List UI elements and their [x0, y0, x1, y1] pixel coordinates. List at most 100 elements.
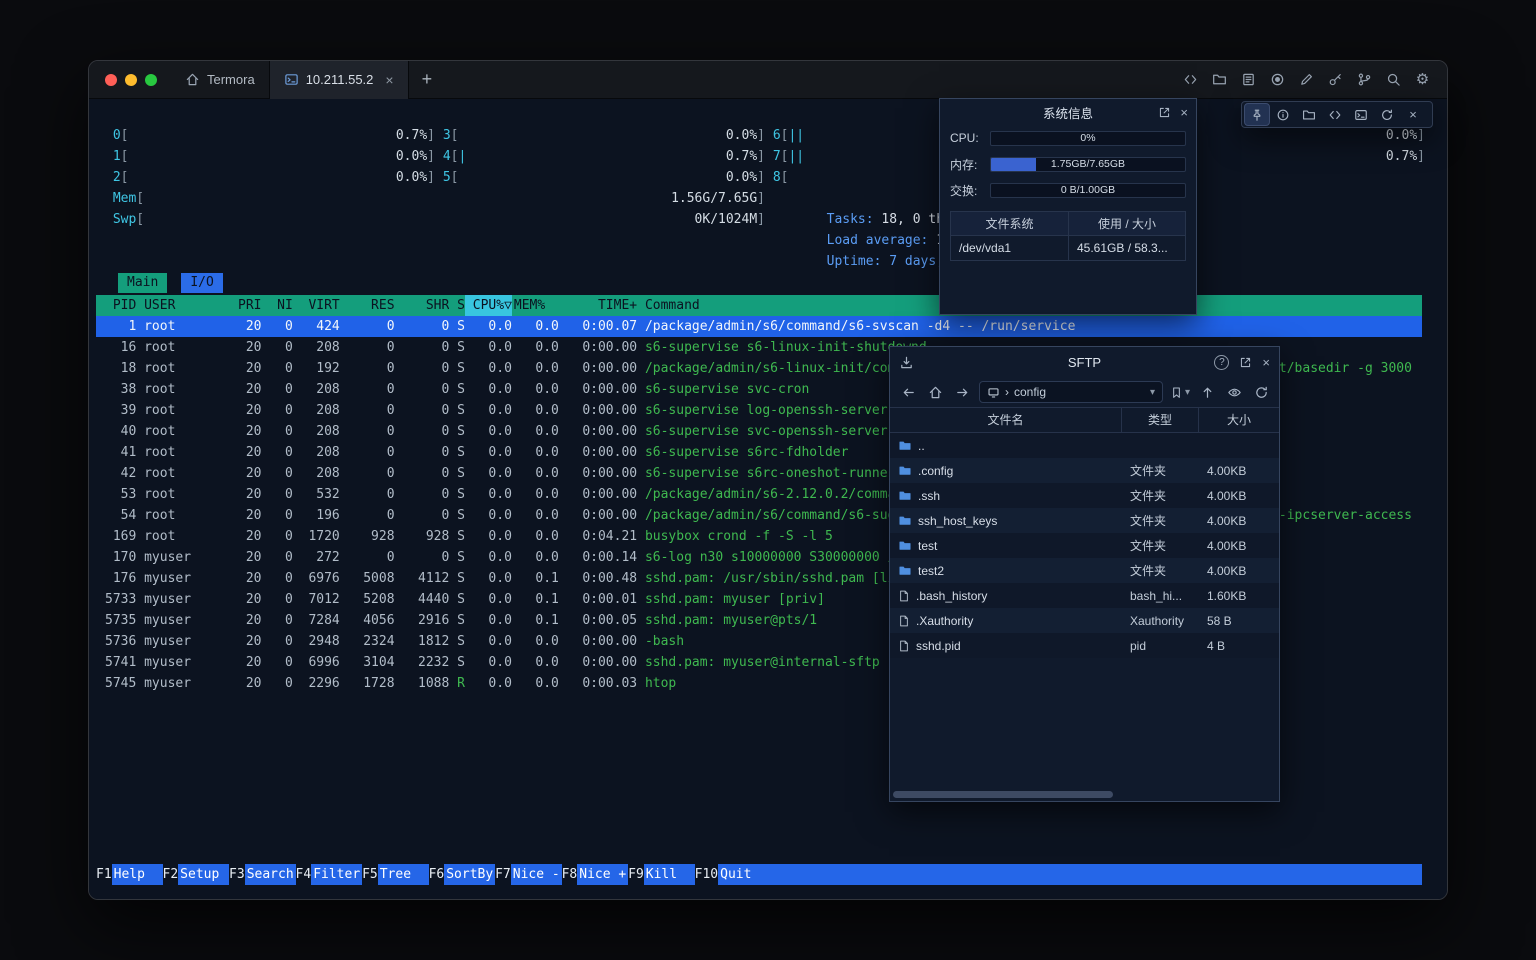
- horizontal-scrollbar[interactable]: [893, 791, 1276, 798]
- file-row[interactable]: test2 文件夹 4.00KB: [890, 558, 1279, 583]
- refresh-icon[interactable]: [1374, 103, 1400, 126]
- pid-cell: 5735: [105, 610, 136, 631]
- search-icon[interactable]: [1385, 71, 1402, 88]
- pid-cell: 53: [105, 484, 136, 505]
- settings-icon[interactable]: ⚙: [1414, 71, 1431, 88]
- file-size-cell: 4 B: [1199, 639, 1279, 653]
- pri-cell: 20: [222, 400, 261, 421]
- back-icon[interactable]: [898, 382, 918, 402]
- function-key[interactable]: F10Quit: [695, 864, 769, 885]
- column-res[interactable]: RES: [340, 295, 395, 316]
- column-ni[interactable]: NI: [262, 295, 293, 316]
- column-filesystem[interactable]: 文件系统: [951, 212, 1069, 235]
- code-icon[interactable]: [1322, 103, 1348, 126]
- tab-io[interactable]: I/O: [181, 273, 222, 293]
- info-icon[interactable]: [1270, 103, 1296, 126]
- ni-cell: 0: [262, 568, 293, 589]
- file-row[interactable]: ssh_host_keys 文件夹 4.00KB: [890, 508, 1279, 533]
- close-window-button[interactable]: [105, 74, 117, 86]
- column-mem[interactable]: MEM%: [512, 295, 559, 316]
- terminal-icon[interactable]: [1348, 103, 1374, 126]
- forward-icon[interactable]: [952, 382, 972, 402]
- zoom-window-button[interactable]: [145, 74, 157, 86]
- filesystem-row[interactable]: /dev/vda1 45.61GB / 58.3...: [951, 236, 1185, 260]
- res-cell: 5008: [340, 568, 395, 589]
- function-key[interactable]: F4Filter: [296, 864, 363, 885]
- function-key[interactable]: F7Nice -: [495, 864, 562, 885]
- scrollbar-thumb[interactable]: [893, 791, 1113, 798]
- function-key[interactable]: F8Nice +: [562, 864, 629, 885]
- key-icon[interactable]: [1327, 71, 1344, 88]
- pin-icon[interactable]: [1244, 103, 1270, 126]
- time-cell: 0:04.21: [559, 526, 637, 547]
- pid-cell: 176: [105, 568, 136, 589]
- column-type[interactable]: 类型: [1122, 408, 1199, 433]
- minimize-window-button[interactable]: [125, 74, 137, 86]
- log-icon[interactable]: [1240, 71, 1257, 88]
- htop-view-tabs: Main I/O: [118, 273, 223, 293]
- folder-icon[interactable]: [1211, 71, 1228, 88]
- shr-cell: 1812: [395, 631, 450, 652]
- chevron-down-icon[interactable]: ▾: [1150, 387, 1155, 398]
- file-row[interactable]: sshd.pid pid 4 B: [890, 633, 1279, 658]
- new-tab-button[interactable]: +: [409, 69, 446, 90]
- close-panel-icon[interactable]: ×: [1180, 106, 1188, 119]
- file-row[interactable]: ..: [890, 433, 1279, 458]
- column-virt[interactable]: VIRT: [293, 295, 340, 316]
- state-cell: S: [449, 505, 465, 526]
- show-hidden-icon[interactable]: [1224, 382, 1244, 402]
- close-tab-icon[interactable]: ×: [385, 72, 393, 88]
- function-key[interactable]: F1Help: [96, 864, 163, 885]
- close-icon[interactable]: ×: [1400, 103, 1426, 126]
- shr-cell: 0: [395, 400, 450, 421]
- pri-cell: 20: [222, 442, 261, 463]
- download-icon[interactable]: [899, 355, 914, 370]
- file-row[interactable]: .config 文件夹 4.00KB: [890, 458, 1279, 483]
- function-key[interactable]: F6SortBy: [429, 864, 496, 885]
- file-row[interactable]: .ssh 文件夹 4.00KB: [890, 483, 1279, 508]
- help-icon[interactable]: ?: [1214, 355, 1229, 370]
- swap-usage-value: 0 B/1.00GB: [991, 184, 1185, 197]
- open-in-window-icon[interactable]: [1158, 106, 1171, 119]
- pri-cell: 20: [222, 589, 261, 610]
- column-user[interactable]: USER: [136, 295, 222, 316]
- refresh-icon[interactable]: [1251, 382, 1271, 402]
- path-breadcrumb[interactable]: › config ▾: [979, 381, 1163, 403]
- filesystem-table: 文件系统 使用 / 大小 /dev/vda1 45.61GB / 58.3...: [950, 211, 1186, 261]
- tab-ssh-session[interactable]: 10.211.55.2 ×: [269, 61, 409, 99]
- up-directory-icon[interactable]: [1197, 382, 1217, 402]
- function-key[interactable]: F3Search: [229, 864, 296, 885]
- branch-icon[interactable]: [1356, 71, 1373, 88]
- column-pid[interactable]: PID: [105, 295, 136, 316]
- tab-main[interactable]: Main: [118, 273, 167, 293]
- column-cpu-sort[interactable]: CPU%▽: [465, 295, 512, 316]
- file-name-cell: .Xauthority: [890, 614, 1122, 628]
- open-in-window-icon[interactable]: [1239, 356, 1252, 369]
- tab-home[interactable]: Termora: [171, 61, 269, 99]
- home-icon[interactable]: [925, 382, 945, 402]
- column-shr[interactable]: SHR: [395, 295, 450, 316]
- edit-icon[interactable]: [1298, 71, 1315, 88]
- column-size[interactable]: 大小: [1199, 408, 1279, 433]
- column-filename[interactable]: 文件名: [890, 408, 1122, 433]
- code-icon[interactable]: [1182, 71, 1199, 88]
- function-key[interactable]: F9Kill: [628, 864, 695, 885]
- close-panel-icon[interactable]: ×: [1262, 356, 1270, 369]
- folder-icon[interactable]: [1296, 103, 1322, 126]
- pri-cell: 20: [222, 547, 261, 568]
- record-icon[interactable]: [1269, 71, 1286, 88]
- column-usage-size[interactable]: 使用 / 大小: [1069, 212, 1185, 235]
- file-row[interactable]: test 文件夹 4.00KB: [890, 533, 1279, 558]
- file-row[interactable]: .Xauthority Xauthority 58 B: [890, 608, 1279, 633]
- column-state[interactable]: S: [449, 295, 465, 316]
- pri-cell: 20: [222, 316, 261, 337]
- cpu-percent: 0.0%: [726, 125, 757, 146]
- file-row[interactable]: .bash_history bash_hi... 1.60KB: [890, 583, 1279, 608]
- process-row[interactable]: 1 root 20 0 424 0 0 S 0.0 0.0 0:00.07 /p…: [96, 316, 1422, 337]
- function-key[interactable]: F5Tree: [362, 864, 429, 885]
- user-cell: root: [136, 358, 222, 379]
- column-pri[interactable]: PRI: [222, 295, 261, 316]
- bookmarks-button[interactable]: ▾: [1170, 386, 1190, 399]
- function-key[interactable]: F2Setup: [163, 864, 230, 885]
- column-time[interactable]: TIME+: [559, 295, 637, 316]
